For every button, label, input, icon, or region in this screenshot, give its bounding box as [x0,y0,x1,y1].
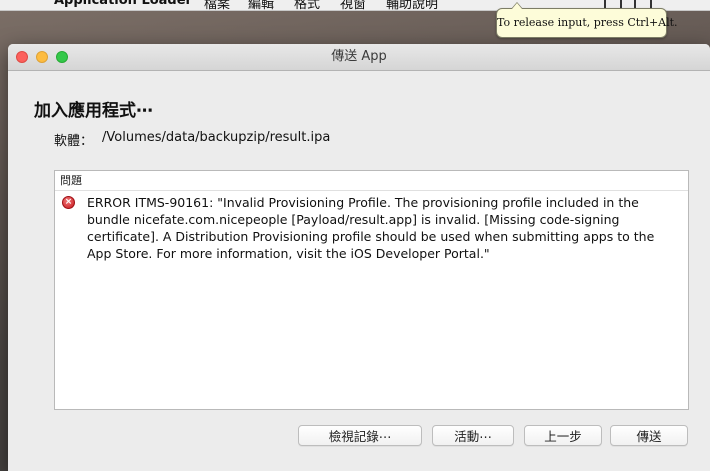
issues-list[interactable]: 問題 × ERROR ITMS-90161: "Invalid Provisio… [54,170,689,410]
menu-file[interactable]: 檔案 [204,0,230,10]
error-icon: × [62,196,75,209]
view-log-button[interactable]: 檢視記錄⋯ [298,425,422,446]
menu-help[interactable]: 輔助說明 [386,0,438,10]
page-title: 加入應用程式⋯ [34,101,153,121]
menu-format[interactable]: 格式 [294,0,320,10]
error-message: ERROR ITMS-90161: "Invalid Provisioning … [87,195,655,261]
software-label: 軟體： [54,134,94,149]
deliver-app-window: 傳送 App 加入應用程式⋯ 軟體： /Volumes/data/backupz… [8,44,710,471]
back-button[interactable]: 上一步 [524,425,602,446]
window-title: 傳送 App [331,49,387,64]
menu-window[interactable]: 視窗 [340,0,366,10]
window-titlebar[interactable]: 傳送 App [8,44,710,71]
deliver-button[interactable]: 傳送 [610,425,688,446]
software-path: /Volumes/data/backupzip/result.ipa [102,130,331,145]
issues-column-header: 問題 [55,171,688,191]
menu-edit[interactable]: 編輯 [248,0,274,10]
menu-app-name[interactable]: Application Loader [54,0,192,8]
activity-button[interactable]: 活動⋯ [432,425,514,446]
release-input-tooltip: To release input, press Ctrl+Alt. [496,2,678,38]
